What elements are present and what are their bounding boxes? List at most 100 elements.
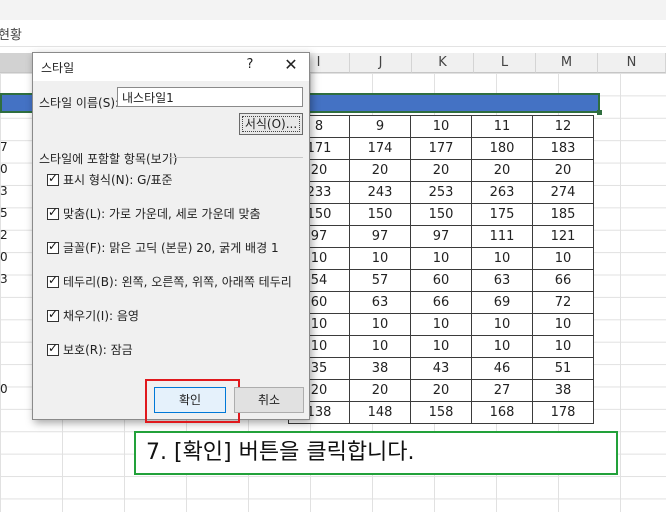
checkbox[interactable]: ✓ [47,172,59,186]
table-cell[interactable]: 150 [410,203,472,226]
table-cell[interactable]: 10 [471,313,533,336]
option-border[interactable]: ✓ 테두리(B): 왼쪽, 오른쪽, 위쪽, 아래쪽 테두리 [47,273,292,290]
table-cell[interactable]: 72 [532,291,594,314]
table-cell[interactable]: 168 [471,401,533,424]
table-cell[interactable]: 69 [471,291,533,314]
close-button[interactable]: ✕ [281,55,301,75]
cell[interactable]: 2 [0,224,10,246]
table-cell[interactable]: 51 [532,357,594,380]
cell[interactable] [0,290,10,312]
table-cell[interactable]: 63 [471,269,533,292]
cancel-button[interactable]: 취소 [234,387,304,413]
fill-handle[interactable] [597,110,602,115]
table-cell[interactable]: 97 [410,225,472,248]
table-cell[interactable]: 46 [471,357,533,380]
table-cell[interactable]: 10 [471,247,533,270]
table-row: 138 148 158 168 178 [288,401,594,424]
sheet-title-bar: 현황 [0,20,666,47]
cell[interactable]: 3 [0,180,10,202]
table-cell[interactable]: 38 [532,379,594,402]
table-cell[interactable]: 10 [349,313,411,336]
format-button[interactable]: 서식(O)... [239,113,303,135]
table-cell[interactable]: 243 [349,181,411,204]
table-cell[interactable]: 274 [532,181,594,204]
option-fill[interactable]: ✓ 채우기(I): 음영 [47,307,139,324]
table-cell[interactable]: 263 [471,181,533,204]
table-cell[interactable]: 111 [471,225,533,248]
table-cell[interactable]: 175 [471,203,533,226]
table-cell[interactable]: 12 [532,115,594,138]
table-cell[interactable]: 20 [410,159,472,182]
table-cell[interactable]: 253 [410,181,472,204]
table-cell[interactable]: 183 [532,137,594,160]
checkbox[interactable]: ✓ [47,240,59,254]
table-cell[interactable]: 63 [349,291,411,314]
cell[interactable] [0,312,10,334]
cell[interactable] [0,356,10,378]
table-cell[interactable]: 10 [532,247,594,270]
table-cell[interactable]: 178 [532,401,594,424]
cell[interactable]: 0 [0,246,10,268]
checkbox[interactable]: ✓ [47,274,59,288]
table-cell[interactable]: 60 [410,269,472,292]
table-cell[interactable]: 66 [410,291,472,314]
cell[interactable]: 0 [0,378,10,400]
option-alignment[interactable]: ✓ 맞춤(L): 가로 가운데, 세로 가운데 맞춤 [47,205,261,222]
check-icon: ✓ [48,341,59,355]
group-divider [169,157,303,158]
column-header-j[interactable]: J [350,53,412,73]
table-cell[interactable]: 10 [410,247,472,270]
column-header-m[interactable]: M [536,53,598,73]
column-header-l[interactable]: L [474,53,536,73]
table-cell[interactable]: 10 [410,335,472,358]
table-cell[interactable]: 43 [410,357,472,380]
table-cell[interactable]: 158 [410,401,472,424]
table-cell[interactable]: 66 [532,269,594,292]
instruction-caption: 7. [확인] 버튼을 클릭합니다. [134,431,618,475]
cell[interactable]: 0 [0,158,10,180]
cell[interactable]: 3 [0,268,10,290]
table-cell[interactable]: 20 [349,379,411,402]
table-row: 20 20 20 27 38 [288,379,594,402]
option-font[interactable]: ✓ 글꼴(F): 맑은 고딕 (본문) 20, 굵게 배경 1 [47,239,279,256]
table-cell[interactable]: 20 [410,379,472,402]
table-cell[interactable]: 10 [410,115,472,138]
table-cell[interactable]: 38 [349,357,411,380]
style-name-input[interactable]: 내스타일1 [117,87,303,107]
option-protection[interactable]: ✓ 보호(R): 잠금 [47,341,133,358]
table-cell[interactable]: 174 [349,137,411,160]
table-cell[interactable]: 148 [349,401,411,424]
table-cell[interactable]: 10 [349,335,411,358]
table-cell[interactable]: 10 [410,313,472,336]
cell[interactable]: 7 [0,136,10,158]
table-cell[interactable]: 20 [349,159,411,182]
table-cell[interactable]: 10 [471,335,533,358]
table-cell[interactable]: 27 [471,379,533,402]
table-cell[interactable]: 97 [349,225,411,248]
table-cell[interactable]: 10 [532,313,594,336]
table-cell[interactable]: 10 [349,247,411,270]
table-cell[interactable]: 57 [349,269,411,292]
option-number-format[interactable]: ✓ 표시 형식(N): G/표준 [47,171,173,188]
table-cell[interactable]: 9 [349,115,411,138]
checkbox[interactable]: ✓ [47,206,59,220]
column-header-n[interactable]: N [598,53,666,73]
table-cell[interactable]: 121 [532,225,594,248]
table-cell[interactable]: 185 [532,203,594,226]
table-cell[interactable]: 11 [471,115,533,138]
checkbox[interactable]: ✓ [47,308,59,322]
table-cell[interactable]: 180 [471,137,533,160]
checkbox[interactable]: ✓ [47,341,59,356]
table-cell[interactable]: 20 [471,159,533,182]
table-cell[interactable]: 150 [349,203,411,226]
cell[interactable] [0,334,10,356]
help-button[interactable]: ? [241,57,259,75]
table-cell[interactable]: 20 [532,159,594,182]
ok-button[interactable]: 확인 [154,387,226,413]
cell[interactable]: 5 [0,202,10,224]
column-header-k[interactable]: K [412,53,474,73]
focus-rect [242,116,300,132]
table-row: 10 10 10 10 10 [288,313,594,336]
table-cell[interactable]: 177 [410,137,472,160]
table-cell[interactable]: 10 [532,335,594,358]
